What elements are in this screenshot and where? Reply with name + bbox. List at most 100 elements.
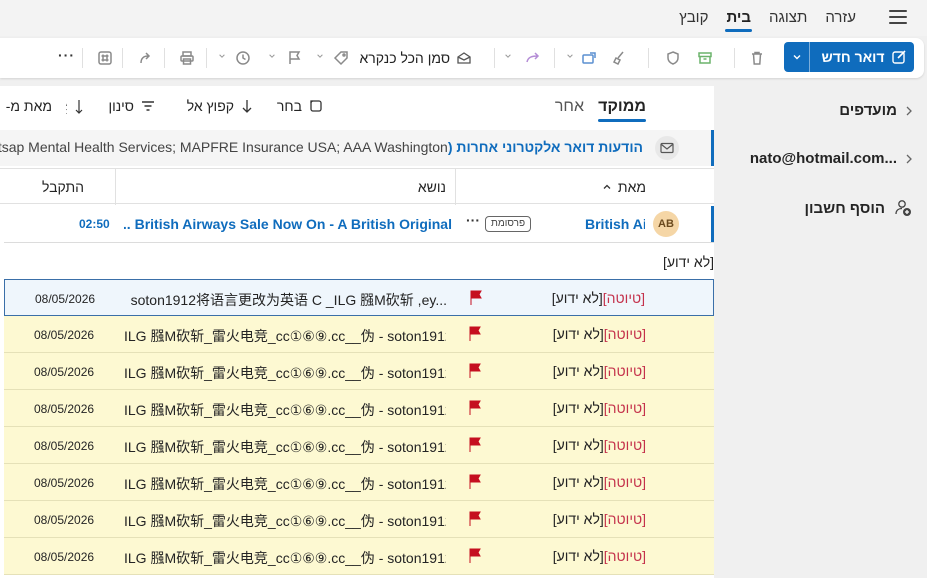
jump-to-button[interactable]: קפוץ אל	[187, 98, 254, 114]
banner-title: הודעות דואר אלקטרוני אחרות (	[447, 139, 643, 155]
tab-home[interactable]: בית	[717, 0, 760, 36]
message-row[interactable]: [טיוטה][לא ידוע] ILG 膙M砍斩_雷火电竞_cc①⑥⑨.cc__…	[4, 316, 714, 353]
message-subject: ILG 膙M砍斩_雷火电竞_cc①⑥⑨.cc__伪 - soton1912	[124, 476, 446, 492]
message-date: 08/05/2026	[34, 513, 95, 527]
column-subject[interactable]: נושא	[418, 169, 446, 205]
message-date: 08/05/2026	[34, 402, 95, 416]
forward-button[interactable]	[522, 46, 544, 70]
apps-button[interactable]	[94, 46, 116, 70]
banner-text: הודעות דואר אלקטרוני אחרות (itsap Mental…	[0, 139, 643, 155]
flag-icon[interactable]	[468, 511, 482, 527]
column-from[interactable]: מאת	[602, 169, 646, 205]
flag-icon[interactable]	[468, 363, 482, 379]
flag-icon[interactable]	[468, 400, 482, 416]
new-mail-button[interactable]: דואר חדש	[784, 42, 914, 72]
message-sender: [טיוטה][לא ידוע]	[553, 548, 646, 564]
envelope-icon	[655, 136, 679, 160]
other-mail-banner[interactable]: הודעות דואר אלקטרוני אחרות (itsap Mental…	[0, 130, 714, 166]
chevron-down-icon[interactable]	[504, 52, 512, 60]
message-row[interactable]: [טיוטה][לא ידוע] ILG 膙M砍斩_雷火电竞_cc①⑥⑨.cc__…	[4, 538, 714, 575]
message-subject: ILG 膙M砍斩_雷火电竞_cc①⑥⑨.cc__伪 - soton1912	[124, 550, 446, 566]
sender-name: [לא ידוע]	[552, 326, 604, 342]
tab-help[interactable]: עזרה	[816, 0, 865, 36]
mark-all-read-button[interactable]: סמן הכל כנקרא	[360, 46, 472, 70]
pinned-sender: British Airways	[585, 216, 645, 232]
message-subject: ILG 膙M砍斩_雷火电竞_cc①⑥⑨.cc__伪 - soton1912	[124, 328, 446, 344]
message-sender: [טיוטה][לא ידוע]	[552, 290, 645, 306]
new-mail-label: דואר חדש	[821, 49, 885, 65]
flag-icon[interactable]	[469, 290, 483, 306]
flag-button[interactable]	[284, 46, 306, 70]
sweep-button[interactable]	[608, 46, 630, 70]
tag-icon	[333, 51, 348, 66]
pinned-ad-message[interactable]: AB British Airways פרסומת ··· British Ai…	[4, 206, 714, 242]
chevron-down-icon[interactable]	[566, 52, 574, 60]
clock-icon	[236, 51, 250, 65]
message-sender: [טיוטה][לא ידוע]	[553, 326, 646, 342]
tab-other[interactable]: אחר	[555, 98, 584, 116]
flag-icon[interactable]	[468, 548, 482, 564]
nav-account[interactable]: nato@hotmail.com...	[750, 150, 913, 167]
sender-name: [לא ידוע]	[552, 363, 604, 379]
message-sender: [טיוטה][לא ידוע]	[553, 511, 646, 527]
svg-text:A: A	[66, 100, 67, 108]
message-row[interactable]: [טיוטה][לא ידוע] ILG 膙M砍斩_雷火电竞_cc①⑥⑨.cc__…	[4, 353, 714, 390]
folder-pane: מועדפים nato@hotmail.com... הוסף חשבון	[716, 86, 927, 578]
flag-icon[interactable]	[468, 326, 482, 342]
hamburger-menu-icon[interactable]	[889, 10, 907, 24]
categorize-button[interactable]	[330, 46, 352, 70]
pinned-more-button[interactable]: ···	[466, 212, 480, 228]
select-button[interactable]: בחר	[277, 98, 324, 114]
new-mail-dropdown[interactable]	[784, 42, 810, 72]
message-row[interactable]: [טיוטה][לא ידוע] soton1912将语言更改为英语 C _ILG…	[4, 279, 714, 316]
message-row[interactable]: [טיוטה][לא ידוע] ILG 膙M砍斩_雷火电竞_cc①⑥⑨.cc__…	[4, 390, 714, 427]
message-subject: ILG 膙M砍斩_雷火电竞_cc①⑥⑨.cc__伪 - soton1912	[124, 365, 446, 381]
tab-file[interactable]: קובץ	[670, 0, 717, 36]
group-header: [לא ידוע]	[662, 254, 714, 270]
draft-tag: [טיוטה]	[603, 400, 646, 416]
select-label: בחר	[276, 98, 302, 114]
tab-focused[interactable]: ממוקד	[598, 98, 646, 122]
compose-icon	[891, 50, 906, 64]
select-checkbox-icon	[310, 100, 322, 112]
flag-icon[interactable]	[468, 474, 482, 490]
message-row[interactable]: [טיוטה][לא ידוע] ILG 膙M砍斩_雷火电竞_cc①⑥⑨.cc__…	[4, 427, 714, 464]
message-subject: ILG 膙M砍斩_雷火电竞_cc①⑥⑨.cc__伪 - soton1912	[124, 439, 446, 455]
tab-view[interactable]: תצוגה	[760, 0, 816, 36]
nav-favorites[interactable]: מועדפים	[839, 102, 913, 119]
chevron-down-icon[interactable]	[218, 52, 226, 60]
mark-all-read-label: סמן הכל כנקרא	[359, 50, 450, 66]
chevron-down-icon[interactable]	[268, 52, 276, 60]
message-row[interactable]: [טיוטה][לא ידוע] ILG 膙M砍斩_雷火电竞_cc①⑥⑨.cc__…	[4, 501, 714, 538]
filter-button[interactable]: סינון	[108, 98, 156, 114]
chevron-right-icon	[906, 106, 912, 115]
chevron-down-icon[interactable]	[316, 52, 324, 60]
snooze-button[interactable]	[232, 46, 254, 70]
draft-tag: [טיוטה]	[603, 363, 646, 379]
archive-button[interactable]	[694, 46, 716, 70]
draft-tag: [טיוטה]	[603, 326, 646, 342]
message-date: 08/05/2026	[34, 328, 95, 342]
pivot-bar: ממוקד אחר בחר קפוץ אל סינון AZ מאת מ-	[0, 86, 714, 130]
report-button[interactable]	[662, 46, 684, 70]
sender-name: [לא ידוע]	[552, 437, 604, 453]
chevron-up-icon	[603, 184, 611, 189]
add-account-button[interactable]: הוסף חשבון	[804, 198, 913, 218]
add-person-icon	[895, 200, 911, 216]
message-row[interactable]: [טיוטה][לא ידוע] ILG 膙M砍斩_雷火电竞_cc①⑥⑨.cc__…	[4, 464, 714, 501]
sort-from-button[interactable]: מאת מ-	[6, 98, 52, 114]
draft-tag: [טיוטה]	[602, 290, 645, 306]
column-received[interactable]: התקבל	[42, 169, 84, 205]
sort-button[interactable]: AZ	[66, 98, 84, 116]
more-options-button[interactable]: ···	[58, 47, 75, 63]
sort-az-icon: AZ	[66, 100, 83, 116]
undo-button[interactable]	[134, 46, 156, 70]
svg-text:Z: Z	[66, 108, 67, 116]
sender-name: [לא ידוע]	[552, 511, 604, 527]
message-sender: [טיוטה][לא ידוע]	[553, 363, 646, 379]
delete-button[interactable]	[746, 46, 768, 70]
flag-icon[interactable]	[468, 437, 482, 453]
print-button[interactable]	[176, 46, 198, 70]
message-date: 08/05/2026	[34, 476, 95, 490]
move-button[interactable]	[578, 46, 600, 70]
